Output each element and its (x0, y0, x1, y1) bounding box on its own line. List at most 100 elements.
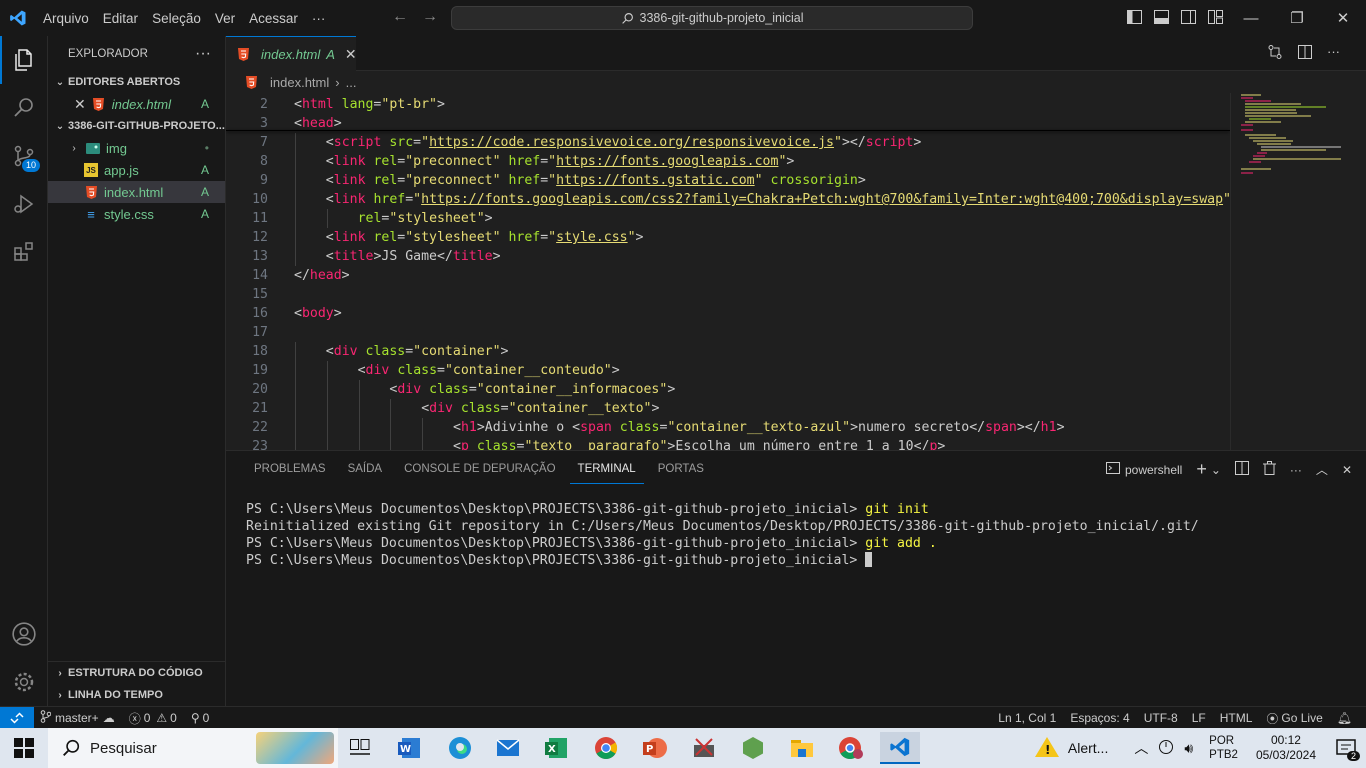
chevron-down-icon[interactable]: ⌄ (1211, 463, 1221, 477)
windows-start-icon[interactable] (14, 738, 34, 761)
menu-item[interactable]: Acessar (242, 11, 305, 26)
account-icon[interactable] (0, 610, 48, 658)
split-editor-icon[interactable] (1297, 44, 1313, 63)
command-center-search[interactable]: 3386-git-github-projeto_inicial (451, 6, 973, 30)
indentation[interactable]: Espaços: 4 (1070, 711, 1129, 725)
encoding[interactable]: UTF-8 (1144, 711, 1178, 725)
mail-app-icon[interactable] (488, 732, 528, 764)
tree-item-index-html[interactable]: index.html A (48, 181, 225, 203)
vscode-app-icon[interactable] (880, 732, 920, 764)
tree-item-app-js[interactable]: JS app.js A (48, 159, 225, 181)
restore-icon[interactable]: ❐ (1274, 0, 1320, 36)
volume-icon[interactable]: 🔊︎ (1184, 740, 1193, 757)
cursor-position[interactable]: Ln 1, Col 1 (998, 711, 1056, 725)
terminal-output[interactable]: PS C:\Users\Meus Documentos\Desktop\PROJ… (246, 501, 1199, 569)
terminal-line: PS C:\Users\Meus Documentos\Desktop\PROJ… (246, 501, 1199, 518)
tab-index-html[interactable]: index.html A ✕ (226, 36, 357, 71)
word-app-icon[interactable]: W (390, 732, 430, 764)
command-center-text: 3386-git-github-projeto_inicial (639, 11, 804, 25)
remote-indicator-icon[interactable] (0, 707, 34, 729)
notification-center-icon[interactable]: 2 (1326, 739, 1366, 761)
panel-tab[interactable]: PORTAS (650, 451, 712, 487)
tab-label: index.html (261, 46, 321, 62)
settings-gear-icon[interactable] (0, 658, 48, 706)
terminal-prompt: Reinitialized existing Git repository in… (246, 519, 1199, 534)
close-tab-icon[interactable]: ✕ (345, 46, 357, 63)
editor-scrollbar[interactable] (1352, 93, 1366, 450)
branch-indicator[interactable]: master+ ☁ (40, 710, 115, 726)
more-actions-icon[interactable]: ··· (1327, 44, 1340, 63)
node-app-icon[interactable] (733, 732, 773, 764)
menu-item[interactable]: Seleção (145, 11, 208, 26)
customize-layout-icon[interactable] (1207, 8, 1224, 25)
code-token: https://fonts.googleapis.com (556, 154, 779, 169)
toggle-secondary-sidebar-icon[interactable] (1180, 8, 1197, 25)
language-mode[interactable]: HTML (1220, 711, 1253, 725)
search-view-icon[interactable] (0, 84, 48, 132)
alert-widget[interactable]: ! Alert... (1034, 736, 1108, 761)
panel-tab[interactable]: PROBLEMAS (246, 451, 334, 487)
open-changes-icon[interactable] (1267, 44, 1283, 63)
sync-cloud-icon[interactable]: ☁ (103, 711, 115, 725)
new-terminal-icon[interactable]: + (1196, 459, 1207, 480)
taskbar-search[interactable]: Pesquisar (48, 728, 338, 768)
problems-indicator[interactable]: ⓧ 0 ⚠ 0 (129, 710, 177, 727)
close-editor-icon[interactable]: ✕ (74, 96, 86, 113)
open-editor-index-html[interactable]: ✕ index.html A (48, 93, 225, 115)
code-content: <link rel="stylesheet" href="style.css"> (326, 228, 644, 247)
code-editor[interactable]: 2 <html lang="pt-br"> 3 <head> 7 <script src=… (226, 93, 1230, 450)
menu-item[interactable]: Arquivo (36, 11, 96, 26)
excel-app-icon[interactable]: X (537, 732, 577, 764)
run-debug-icon[interactable] (0, 180, 48, 228)
timeline-section[interactable]: › LINHA DO TEMPO (48, 684, 226, 706)
explorer-icon[interactable] (0, 36, 48, 84)
tree-item-img[interactable]: › img • (48, 137, 225, 159)
powerpoint-app-icon[interactable]: P (635, 732, 675, 764)
breadcrumb-symbol[interactable]: ... (346, 75, 357, 90)
panel-tab[interactable]: SAÍDA (340, 451, 391, 487)
git-status-badge: A (200, 185, 209, 199)
tree-item-style-css[interactable]: ≡ style.css A (48, 203, 225, 225)
go-live-button[interactable]: ⦿ Go Live (1266, 710, 1322, 727)
clock[interactable]: 00:12 05/03/2024 (1256, 733, 1316, 763)
notifications-bell-icon[interactable]: 🔔︎ (1337, 711, 1352, 725)
edge-app-icon[interactable] (440, 732, 480, 764)
terminal-shell-selector[interactable]: powershell (1105, 462, 1182, 477)
minimize-icon[interactable]: — (1228, 0, 1274, 36)
menu-more-icon[interactable]: ··· (305, 11, 333, 26)
close-panel-icon[interactable]: ✕ (1342, 463, 1352, 477)
menu-item[interactable]: Ver (208, 11, 242, 26)
back-arrow-icon[interactable]: ← (392, 8, 408, 26)
ports-indicator[interactable]: ⚲ 0 (191, 711, 209, 725)
toggle-panel-icon[interactable] (1153, 8, 1170, 25)
outline-section[interactable]: › ESTRUTURA DO CÓDIGO (48, 662, 226, 684)
task-view-icon[interactable] (340, 732, 380, 764)
panel-tab[interactable]: TERMINAL (569, 454, 644, 484)
chrome-app-icon[interactable] (586, 732, 626, 764)
more-actions-icon[interactable]: ··· (1290, 463, 1302, 477)
code-token: link (333, 230, 366, 245)
file-explorer-icon[interactable] (782, 732, 822, 764)
end-of-line[interactable]: LF (1192, 711, 1206, 725)
chevron-up-icon[interactable]: ︿ (1134, 738, 1148, 758)
split-terminal-icon[interactable] (1234, 461, 1249, 478)
chrome-profile-app-icon[interactable] (831, 732, 871, 764)
maximize-panel-icon[interactable]: ︿ (1316, 461, 1328, 478)
network-icon[interactable] (1158, 739, 1174, 758)
snipping-tool-icon[interactable] (684, 732, 724, 764)
open-editors-section[interactable]: ⌄ EDITORES ABERTOS (48, 71, 225, 93)
project-folder-section[interactable]: ⌄ 3386-GIT-GITHUB-PROJETO... (48, 115, 225, 137)
language-indicator[interactable]: POR PTB2 (1209, 734, 1238, 762)
minimap[interactable] (1230, 93, 1352, 450)
forward-arrow-icon[interactable]: → (422, 8, 438, 26)
more-actions-icon[interactable]: ··· (195, 45, 211, 63)
toggle-sidebar-icon[interactable] (1126, 8, 1143, 25)
panel-tab[interactable]: CONSOLE DE DEPURAÇÃO (396, 451, 563, 487)
extensions-icon[interactable] (0, 228, 48, 276)
trash-icon[interactable] (1262, 461, 1276, 478)
source-control-icon[interactable]: 10 (0, 132, 48, 180)
breadcrumb-file[interactable]: index.html (270, 75, 329, 90)
outline-label: ESTRUTURA DO CÓDIGO (68, 667, 203, 679)
menu-item[interactable]: Editar (96, 11, 145, 26)
close-window-icon[interactable]: ✕ (1320, 0, 1366, 36)
